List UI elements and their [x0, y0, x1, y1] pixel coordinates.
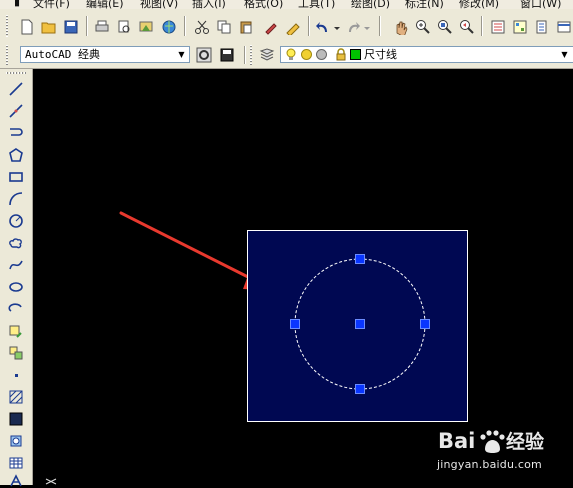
grip-center[interactable]: [355, 319, 365, 329]
grip-quadrant-left[interactable]: [290, 319, 300, 329]
grip-quadrant-bottom[interactable]: [355, 384, 365, 394]
grip-quadrant-top[interactable]: [355, 254, 365, 264]
watermark-url: jingyan.baidu.com: [437, 458, 542, 471]
ucs-icon: [45, 478, 57, 485]
svg-text:Bai: Bai: [438, 429, 475, 453]
grip-quadrant-right[interactable]: [420, 319, 430, 329]
circle-object[interactable]: [0, 0, 573, 485]
svg-text:经验: 经验: [506, 430, 545, 453]
